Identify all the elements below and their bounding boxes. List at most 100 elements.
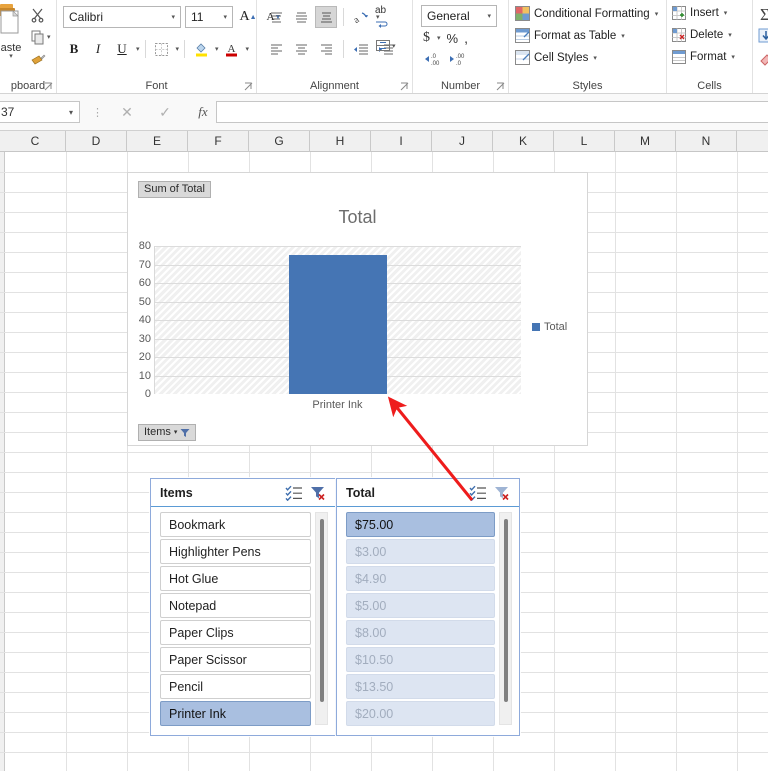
align-left-button[interactable] bbox=[265, 38, 287, 60]
clear-filter-icon[interactable] bbox=[493, 485, 511, 501]
column-header-J[interactable]: J bbox=[432, 131, 493, 152]
borders-caret[interactable]: ▾ bbox=[176, 45, 180, 53]
cell-styles-button[interactable]: Cell Styles ▾ bbox=[515, 50, 597, 65]
font-color-caret[interactable]: ▾ bbox=[246, 45, 250, 53]
slicer-item[interactable]: $10.50 bbox=[346, 647, 495, 672]
items-slicer-scrollbar[interactable] bbox=[315, 512, 328, 725]
slicer-item[interactable]: Notepad bbox=[160, 593, 311, 618]
formula-input[interactable] bbox=[216, 101, 768, 123]
fill-color-caret[interactable]: ▾ bbox=[215, 45, 219, 53]
delete-cells-caret[interactable]: ▾ bbox=[728, 31, 732, 39]
decrease-decimal-icon[interactable]: .00 .0 bbox=[448, 52, 465, 66]
wrap-text-button[interactable]: ab bbox=[375, 6, 389, 34]
format-cells-button[interactable]: Format ▾ bbox=[672, 50, 735, 64]
underline-caret[interactable]: ▾ bbox=[136, 45, 140, 53]
cancel-entry-button[interactable]: ✕ bbox=[108, 104, 146, 121]
chart-axis-field-caret[interactable]: ▾ bbox=[174, 425, 178, 440]
slicer-item[interactable]: Printer Ink bbox=[160, 701, 311, 726]
items-slicer-scroll-thumb[interactable] bbox=[320, 519, 324, 702]
font-size-caret[interactable]: ▾ bbox=[220, 13, 230, 21]
column-header-L[interactable]: L bbox=[554, 131, 615, 152]
decrease-indent-button[interactable] bbox=[350, 38, 372, 60]
column-header-N[interactable]: N bbox=[676, 131, 737, 152]
slicer-item[interactable]: Highlighter Pens bbox=[160, 539, 311, 564]
conditional-formatting-caret[interactable]: ▾ bbox=[655, 10, 659, 18]
clear-button[interactable] bbox=[758, 50, 768, 71]
align-top-button[interactable] bbox=[265, 6, 287, 28]
column-header-E[interactable]: E bbox=[127, 131, 188, 152]
number-dialog-launcher[interactable] bbox=[496, 82, 505, 91]
comma-style-button[interactable]: , bbox=[464, 30, 468, 46]
column-header-D[interactable]: D bbox=[66, 131, 127, 152]
multi-select-icon[interactable] bbox=[469, 485, 487, 501]
slicer-item[interactable]: Hot Glue bbox=[160, 566, 311, 591]
column-header-F[interactable]: F bbox=[188, 131, 249, 152]
total-slicer-scroll-thumb[interactable] bbox=[504, 519, 508, 702]
fill-color-button[interactable] bbox=[190, 38, 212, 60]
column-header-I[interactable]: I bbox=[371, 131, 432, 152]
align-right-button[interactable] bbox=[315, 38, 337, 60]
column-header-K[interactable]: K bbox=[493, 131, 554, 152]
format-painter-button[interactable] bbox=[30, 48, 56, 70]
column-header-M[interactable]: M bbox=[615, 131, 676, 152]
slicer-item[interactable]: $20.00 bbox=[346, 701, 495, 726]
slicer-item[interactable]: Bookmark bbox=[160, 512, 311, 537]
paste-button[interactable]: aste ▾ bbox=[0, 2, 34, 60]
insert-cells-button[interactable]: Insert ▾ bbox=[672, 6, 727, 20]
grow-font-button[interactable]: A ▲ bbox=[237, 6, 259, 28]
align-bottom-button[interactable] bbox=[315, 6, 337, 28]
align-middle-button[interactable] bbox=[290, 6, 312, 28]
slicer-item[interactable]: $75.00 bbox=[346, 512, 495, 537]
clipboard-dialog-launcher[interactable] bbox=[44, 82, 53, 91]
slicer-item[interactable]: $13.50 bbox=[346, 674, 495, 699]
font-dialog-launcher[interactable] bbox=[244, 82, 253, 91]
format-cells-caret[interactable]: ▾ bbox=[731, 53, 735, 61]
name-box-caret[interactable]: ▾ bbox=[69, 108, 73, 117]
slicer-item[interactable]: $4.90 bbox=[346, 566, 495, 591]
slicer-item[interactable]: $5.00 bbox=[346, 593, 495, 618]
merge-caret[interactable]: ▾ bbox=[392, 42, 396, 50]
copy-button[interactable]: ▾ bbox=[30, 26, 56, 48]
bold-button[interactable]: B bbox=[63, 38, 85, 60]
accounting-format-button[interactable]: $ bbox=[423, 30, 430, 46]
slicer-item[interactable]: $8.00 bbox=[346, 620, 495, 645]
slicer-item[interactable]: $3.00 bbox=[346, 539, 495, 564]
format-as-table-caret[interactable]: ▾ bbox=[621, 32, 625, 40]
pivot-chart[interactable]: Sum of Total Total 80 70 60 50 40 30 20 10 0 Pri… bbox=[127, 172, 588, 446]
merge-and-center-button[interactable]: ▾ bbox=[375, 38, 396, 53]
total-slicer[interactable]: Total $75.00 $3.00 $4.90 $5.00 $8.00 $10.50 $1… bbox=[336, 478, 520, 736]
column-header-C[interactable]: C bbox=[5, 131, 66, 152]
format-as-table-button[interactable]: Format as Table ▾ bbox=[515, 28, 625, 43]
chart-value-field-button[interactable]: Sum of Total bbox=[138, 181, 211, 198]
chart-legend[interactable]: Total bbox=[532, 321, 567, 333]
font-size-combo[interactable]: 11 ▾ bbox=[185, 6, 233, 28]
underline-button[interactable]: U bbox=[111, 38, 133, 60]
conditional-formatting-button[interactable]: Conditional Formatting ▾ bbox=[515, 6, 658, 21]
name-box[interactable]: 37 ▾ bbox=[0, 101, 80, 123]
column-header-G[interactable]: G bbox=[249, 131, 310, 152]
enter-entry-button[interactable]: ✓ bbox=[146, 104, 184, 121]
column-header-H[interactable]: H bbox=[310, 131, 371, 152]
orientation-button[interactable]: a bbox=[350, 6, 372, 28]
items-slicer[interactable]: Items Bookmark Highlighter Pens Hot Glue No… bbox=[150, 478, 336, 736]
number-format-combo[interactable]: General ▾ bbox=[421, 5, 497, 27]
cell-styles-caret[interactable]: ▾ bbox=[593, 54, 597, 62]
font-color-button[interactable]: A bbox=[221, 38, 243, 60]
align-center-button[interactable] bbox=[290, 38, 312, 60]
fill-button[interactable] bbox=[758, 28, 768, 49]
percent-style-button[interactable]: % bbox=[447, 31, 459, 46]
slicer-item[interactable]: Paper Clips bbox=[160, 620, 311, 645]
font-name-caret[interactable]: ▾ bbox=[168, 13, 178, 21]
borders-button[interactable] bbox=[151, 38, 173, 60]
insert-cells-caret[interactable]: ▾ bbox=[724, 9, 728, 17]
cut-button[interactable] bbox=[30, 4, 56, 26]
slicer-item[interactable]: Pencil bbox=[160, 674, 311, 699]
paste-menu-caret[interactable]: ▾ bbox=[0, 53, 34, 60]
copy-menu-caret[interactable]: ▾ bbox=[47, 33, 51, 41]
items-slicer-list[interactable]: Bookmark Highlighter Pens Hot Glue Notepad P… bbox=[160, 512, 311, 726]
delete-cells-button[interactable]: Delete ▾ bbox=[672, 28, 732, 42]
multi-select-icon[interactable] bbox=[285, 485, 303, 501]
chart-axis-field-button[interactable]: Items ▾ bbox=[138, 424, 197, 441]
number-format-caret[interactable]: ▾ bbox=[484, 12, 494, 20]
autosum-button[interactable]: Σ bbox=[758, 5, 768, 28]
